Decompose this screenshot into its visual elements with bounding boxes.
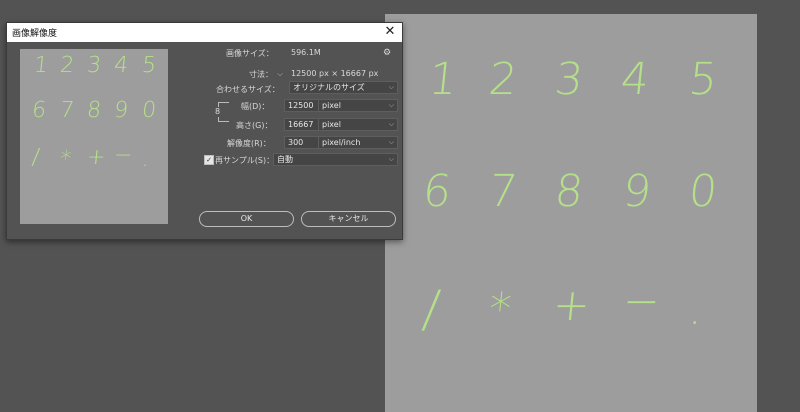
preview-glyph: 2 bbox=[58, 53, 76, 78]
resolution-unit-select[interactable]: pixel/inch ⌵ bbox=[318, 136, 398, 149]
preview-glyph: 3 bbox=[85, 53, 103, 78]
canvas-glyph: 9 bbox=[620, 166, 654, 217]
image-preview[interactable]: 1 2 3 4 5 6 7 8 9 0 / * + − . bbox=[20, 49, 168, 224]
preview-glyph: 9 bbox=[112, 98, 130, 123]
fit-to-select[interactable]: オリジナルのサイズ ⌵ bbox=[289, 81, 398, 94]
canvas-glyph: 5 bbox=[686, 54, 720, 105]
canvas-glyph: . bbox=[686, 284, 706, 335]
canvas-glyph: 8 bbox=[552, 166, 586, 217]
preview-glyph: 8 bbox=[85, 98, 103, 123]
height-input[interactable]: 16667 bbox=[284, 118, 319, 131]
resolution-value: 300 bbox=[288, 138, 304, 147]
chevron-down-icon: ⌵ bbox=[388, 138, 394, 146]
width-unit-value: pixel bbox=[322, 101, 341, 110]
gear-icon[interactable]: ⚙ bbox=[383, 48, 391, 58]
preview-glyph: 1 bbox=[32, 53, 50, 78]
resolution-unit-value: pixel/inch bbox=[322, 138, 361, 147]
width-value: 12500 bbox=[288, 101, 314, 110]
preview-glyph: * bbox=[58, 147, 73, 172]
chevron-down-icon: ⌵ bbox=[388, 120, 394, 128]
width-unit-select[interactable]: pixel ⌵ bbox=[318, 99, 398, 112]
preview-glyph: 6 bbox=[30, 98, 48, 123]
height-label: 高さ(G)： bbox=[236, 121, 273, 130]
chevron-down-icon: ⌵ bbox=[388, 101, 394, 109]
dimensions-value: 12500 px × 16667 px bbox=[291, 69, 379, 78]
preview-glyph: − bbox=[112, 143, 134, 168]
resample-value: 自動 bbox=[277, 155, 293, 164]
canvas-glyph: 1 bbox=[426, 54, 460, 105]
preview-glyph: / bbox=[30, 145, 41, 170]
preview-glyph: . bbox=[140, 147, 151, 172]
fit-to-value: オリジナルのサイズ bbox=[293, 83, 365, 92]
chevron-down-icon: ⌵ bbox=[388, 83, 394, 91]
width-input[interactable]: 12500 bbox=[284, 99, 319, 112]
dialog-title: 画像解像度 bbox=[12, 29, 58, 39]
image-size-dialog: 画像解像度 ✕ 1 2 3 4 5 6 7 8 9 0 / * + − . 画像… bbox=[6, 22, 403, 240]
link-icon[interactable]: 8 bbox=[214, 107, 221, 117]
resample-checkbox[interactable]: ✓ bbox=[204, 155, 214, 165]
fit-to-label: 合わせるサイズ： bbox=[216, 85, 280, 94]
canvas-glyph: 4 bbox=[618, 54, 652, 105]
ok-button-label: OK bbox=[240, 214, 253, 223]
resolution-label: 解像度(R)： bbox=[227, 139, 271, 148]
dialog-titlebar[interactable]: 画像解像度 ✕ bbox=[7, 23, 402, 42]
preview-glyph: 7 bbox=[58, 98, 76, 123]
document-canvas[interactable]: 1 2 3 4 5 6 7 8 9 0 / * + − . bbox=[385, 14, 757, 412]
height-value: 16667 bbox=[288, 120, 314, 129]
canvas-glyph: / bbox=[419, 280, 443, 338]
preview-glyph: + bbox=[85, 145, 107, 170]
cancel-button-label: キャンセル bbox=[328, 214, 369, 223]
canvas-glyph: − bbox=[620, 276, 663, 327]
image-size-value: 596.1M bbox=[291, 48, 321, 57]
image-size-label: 画像サイズ： bbox=[226, 49, 274, 58]
dimensions-label: 寸法： bbox=[249, 70, 273, 79]
canvas-glyph: 3 bbox=[552, 54, 586, 105]
resolution-input[interactable]: 300 bbox=[284, 136, 319, 149]
chevron-down-icon: ⌵ bbox=[388, 155, 394, 163]
resample-label: 再サンプル(S)： bbox=[215, 156, 275, 165]
height-unit-select[interactable]: pixel ⌵ bbox=[318, 118, 398, 131]
resample-select[interactable]: 自動 ⌵ bbox=[273, 153, 398, 166]
canvas-glyph: + bbox=[550, 280, 593, 331]
width-label: 幅(D)： bbox=[241, 102, 270, 111]
canvas-glyph: 2 bbox=[486, 54, 520, 105]
close-icon[interactable]: ✕ bbox=[382, 24, 398, 40]
canvas-glyph: * bbox=[486, 284, 514, 335]
canvas-glyph: 6 bbox=[420, 166, 454, 217]
canvas-glyph: 7 bbox=[486, 166, 520, 217]
preview-glyph: 4 bbox=[112, 53, 130, 78]
chevron-down-icon[interactable]: ⌵ bbox=[274, 69, 286, 79]
preview-glyph: 5 bbox=[140, 53, 158, 78]
height-unit-value: pixel bbox=[322, 120, 341, 129]
preview-glyph: 0 bbox=[140, 98, 158, 123]
canvas-glyph: 0 bbox=[686, 166, 720, 217]
ok-button[interactable]: OK bbox=[199, 211, 294, 227]
cancel-button[interactable]: キャンセル bbox=[301, 211, 396, 227]
